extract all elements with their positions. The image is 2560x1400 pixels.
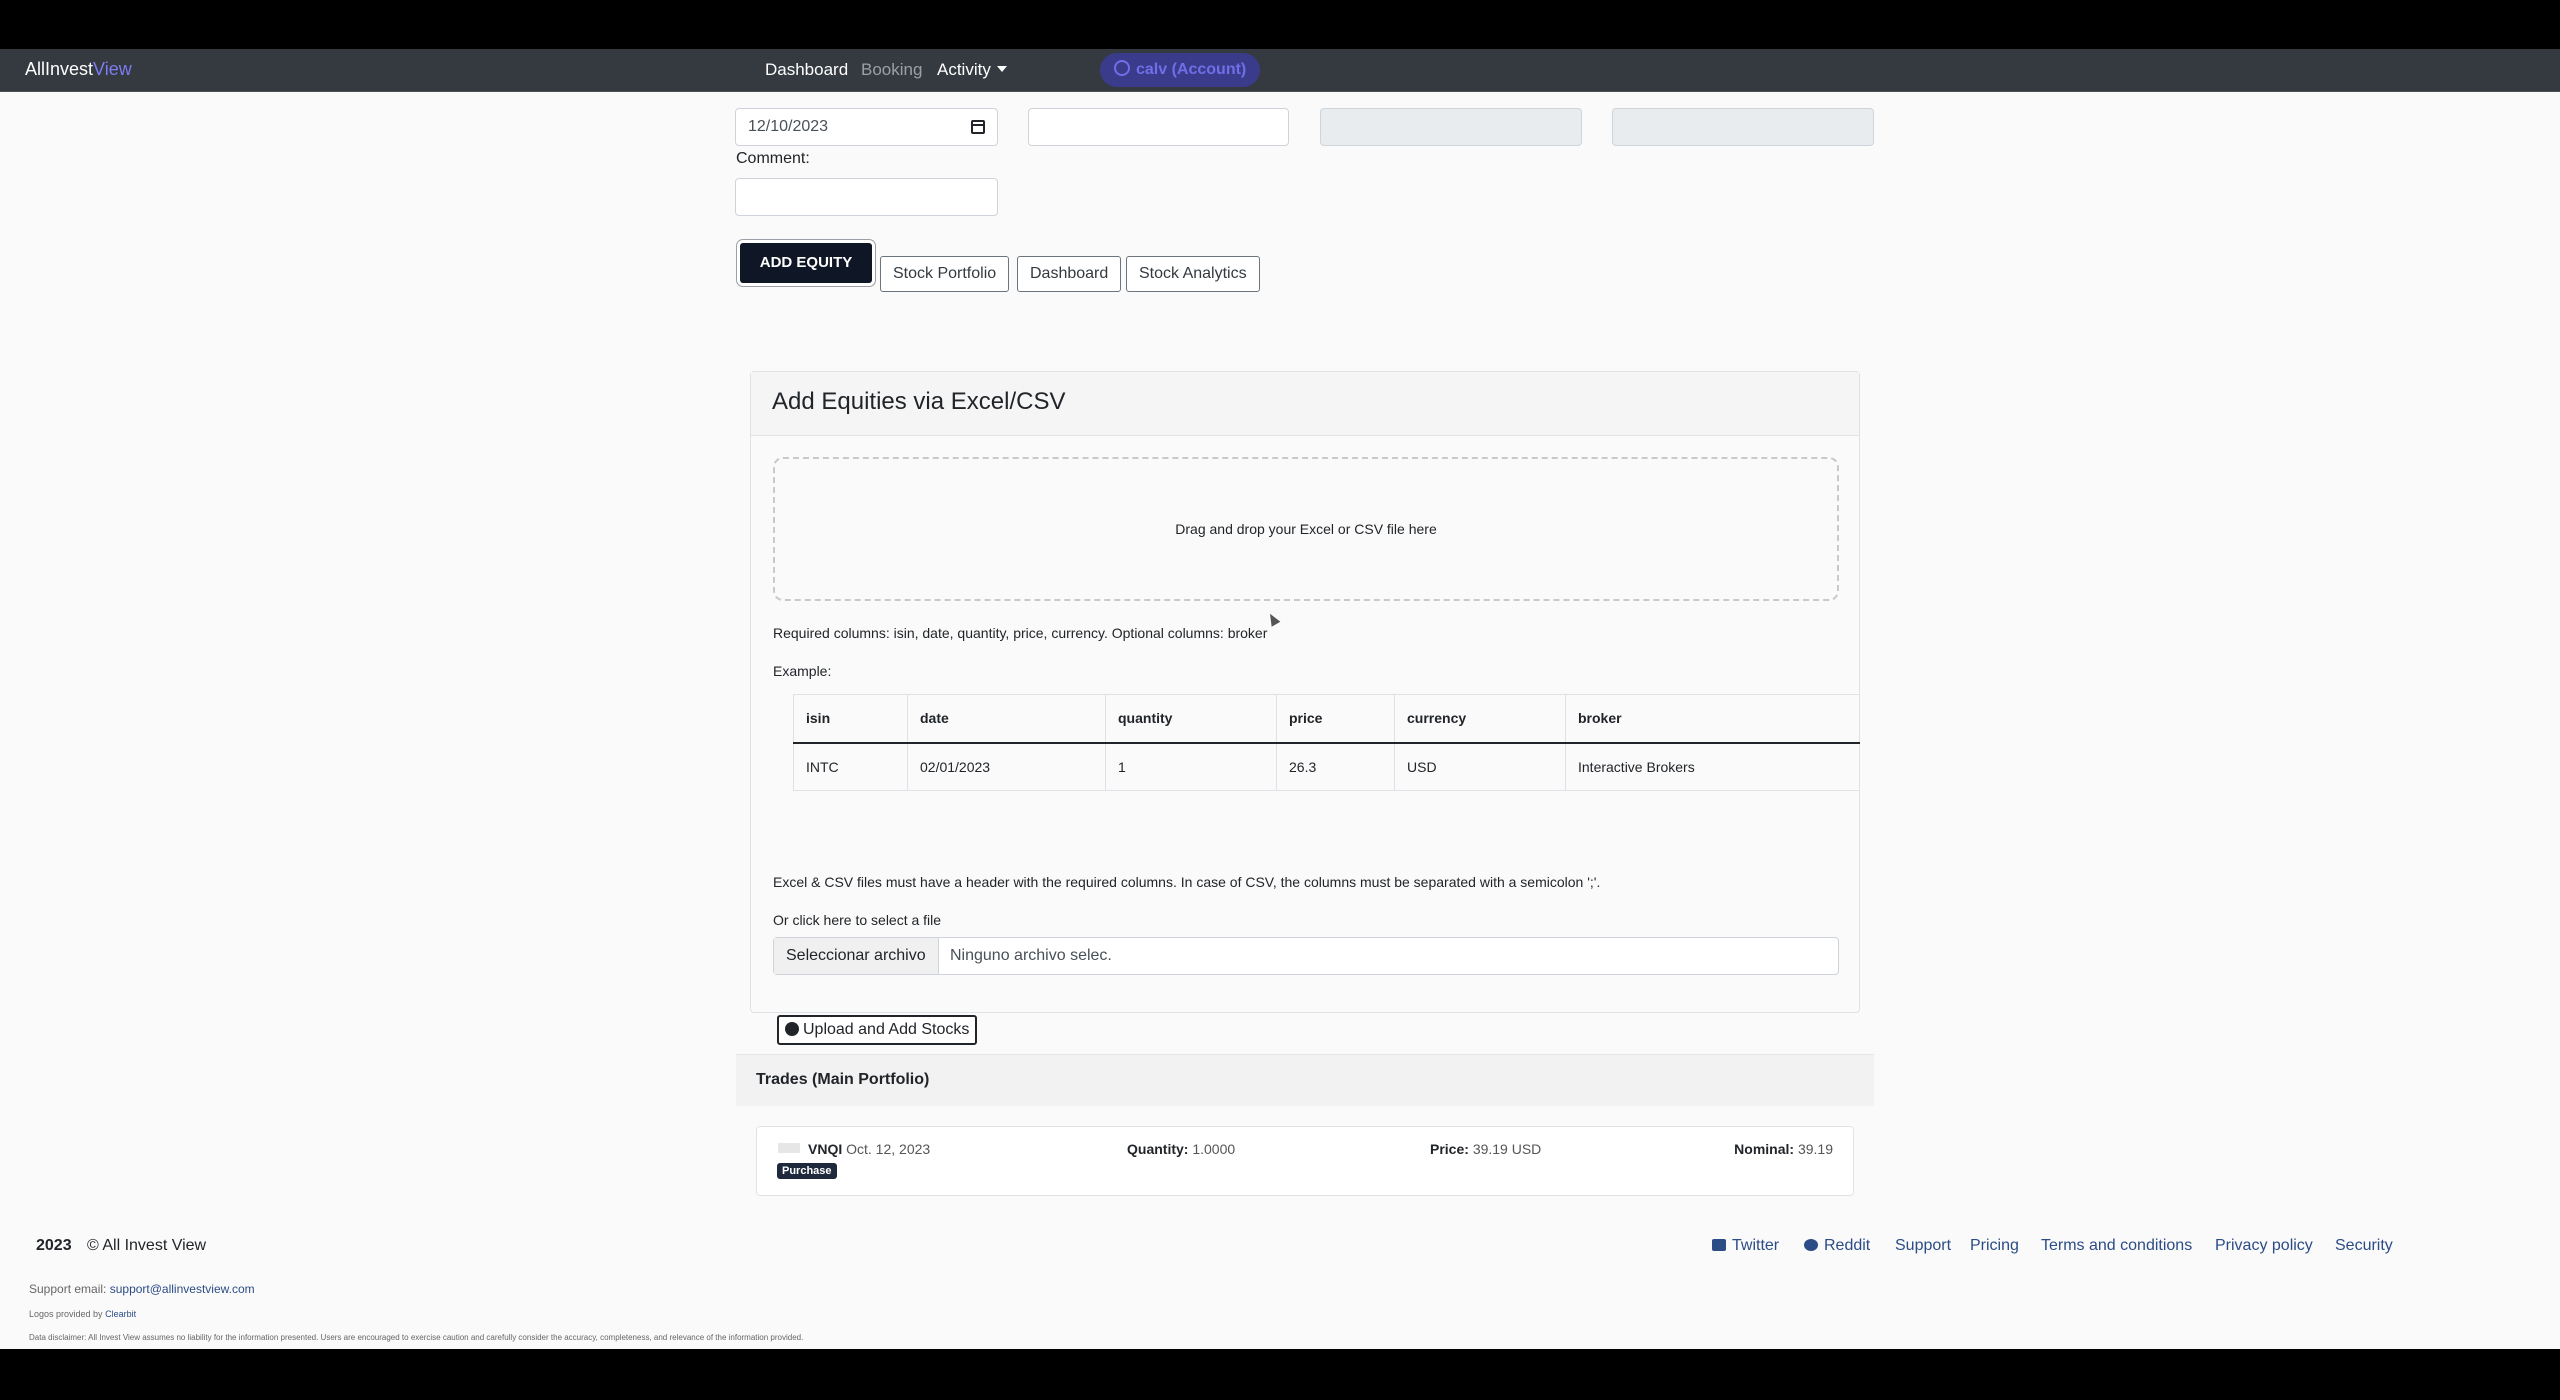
support-email-link[interactable]: support@allinvestview.com (110, 1282, 255, 1296)
choose-file-button[interactable]: Seleccionar archivo (774, 938, 939, 974)
reddit-icon (1804, 1239, 1818, 1251)
example-label: Example: (773, 663, 832, 679)
logos-label: Logos provided by (29, 1309, 103, 1319)
upload-button-label: Upload and Add Stocks (803, 1021, 970, 1038)
dashboard-button[interactable]: Dashboard (1017, 256, 1122, 292)
quantity-value: 1.0000 (1192, 1141, 1236, 1157)
nav-dashboard[interactable]: Dashboard (765, 60, 848, 80)
table-cell: 02/01/2023 (907, 742, 1106, 791)
footer-support-link[interactable]: Support (1895, 1237, 1951, 1255)
top-navbar: AllInvestView Dashboard Booking Activity… (0, 49, 2560, 92)
table-cell: 26.3 (1276, 742, 1395, 791)
user-icon (1114, 60, 1130, 76)
clearbit-link[interactable]: Clearbit (105, 1309, 136, 1319)
table-cell: 1 (1105, 742, 1277, 791)
upload-card: Add Equities via Excel/CSV Drag and drop… (750, 371, 1860, 1045)
footer-reddit-link[interactable]: Reddit (1804, 1237, 1870, 1255)
trade-date-input[interactable]: 12/10/2023 (735, 108, 998, 146)
table-header: price (1276, 694, 1395, 744)
selected-file-name: Ninguno archivo selec. (950, 947, 1112, 964)
brand-logo[interactable]: AllInvestView (25, 59, 132, 80)
account-label: calv (Account) (1136, 61, 1247, 78)
quantity-label: Quantity: (1127, 1141, 1189, 1157)
broker-input[interactable] (1028, 108, 1289, 146)
trade-row[interactable]: VNQI Oct. 12, 2023 Purchase Quantity: 1.… (756, 1126, 1854, 1196)
comment-input[interactable] (735, 178, 998, 216)
footer-copyright: © All Invest View (87, 1237, 207, 1254)
add-equity-button[interactable]: ADD EQUITY (740, 243, 872, 283)
support-email-label: Support email: (29, 1282, 107, 1296)
file-input[interactable]: Seleccionar archivo Ninguno archivo sele… (773, 937, 1839, 975)
required-columns-text: Required columns: isin, date, quantity, … (773, 625, 1268, 641)
csv-format-note: Excel & CSV files must have a header wit… (773, 874, 1601, 890)
example-table: isin date quantity price currency broker… (793, 694, 1860, 791)
comment-label: Comment: (736, 150, 810, 167)
upload-icon (785, 1022, 799, 1036)
footer-pricing-link[interactable]: Pricing (1970, 1237, 2019, 1255)
stock-portfolio-button[interactable]: Stock Portfolio (880, 256, 1010, 292)
table-header: isin (793, 694, 908, 744)
sector-input (1612, 108, 1874, 146)
file-dropzone[interactable]: Drag and drop your Excel or CSV file her… (773, 457, 1839, 601)
brand-accent: View (93, 59, 132, 79)
footer-year: 2023 (36, 1237, 72, 1254)
twitter-icon (1712, 1239, 1726, 1251)
calendar-icon[interactable] (971, 120, 985, 134)
table-cell: INTC (793, 742, 908, 791)
purchase-badge: Purchase (777, 1163, 837, 1179)
price-label: Price: (1430, 1141, 1469, 1157)
trade-date-value: 12/10/2023 (748, 118, 829, 135)
trade-ticker: VNQI (808, 1141, 843, 1157)
nav-activity[interactable]: Activity (937, 60, 1007, 80)
footer-security-link[interactable]: Security (2335, 1237, 2393, 1255)
table-header-row: isin date quantity price currency broker (793, 694, 1860, 744)
chevron-down-icon (996, 66, 1007, 72)
table-cell: Interactive Brokers (1565, 742, 1860, 791)
click-to-select-text[interactable]: Or click here to select a file (773, 912, 941, 928)
page-viewport: AllInvestView Dashboard Booking Activity… (0, 49, 2560, 1349)
nav-activity-label: Activity (937, 60, 991, 79)
account-button[interactable]: calv (Account) (1100, 53, 1261, 87)
footer-twitter-link[interactable]: Twitter (1712, 1237, 1779, 1255)
trades-card: Trades (Main Portfolio) VNQI Oct. 12, 20… (736, 1054, 1874, 1304)
nominal-value: 39.19 (1797, 1141, 1833, 1157)
trades-title: Trades (Main Portfolio) (736, 1054, 1874, 1106)
table-row: INTC 02/01/2023 1 26.3 USD Interactive B… (793, 742, 1860, 791)
footer-privacy-link[interactable]: Privacy policy (2215, 1237, 2313, 1255)
table-cell: USD (1394, 742, 1566, 791)
brand-name: AllInvest (25, 59, 94, 79)
upload-card-title: Add Equities via Excel/CSV (751, 372, 1859, 436)
stock-analytics-button[interactable]: Stock Analytics (1126, 256, 1260, 292)
upload-and-add-stocks-button[interactable]: Upload and Add Stocks (777, 1015, 978, 1045)
footer-terms-link[interactable]: Terms and conditions (2041, 1237, 2192, 1255)
table-header: broker (1565, 694, 1860, 744)
table-header: currency (1394, 694, 1566, 744)
price-value: 39.19 USD (1472, 1141, 1542, 1157)
reddit-label: Reddit (1824, 1237, 1871, 1254)
table-header: quantity (1105, 694, 1277, 744)
nominal-label: Nominal: (1734, 1141, 1795, 1157)
trade-date: Oct. 12, 2023 (846, 1141, 931, 1157)
twitter-label: Twitter (1732, 1237, 1780, 1254)
stock-logo-icon (778, 1143, 800, 1153)
table-header: date (907, 694, 1106, 744)
data-disclaimer: Data disclaimer: All Invest View assumes… (29, 1333, 804, 1342)
country-input (1320, 108, 1582, 146)
nav-booking[interactable]: Booking (861, 60, 922, 80)
